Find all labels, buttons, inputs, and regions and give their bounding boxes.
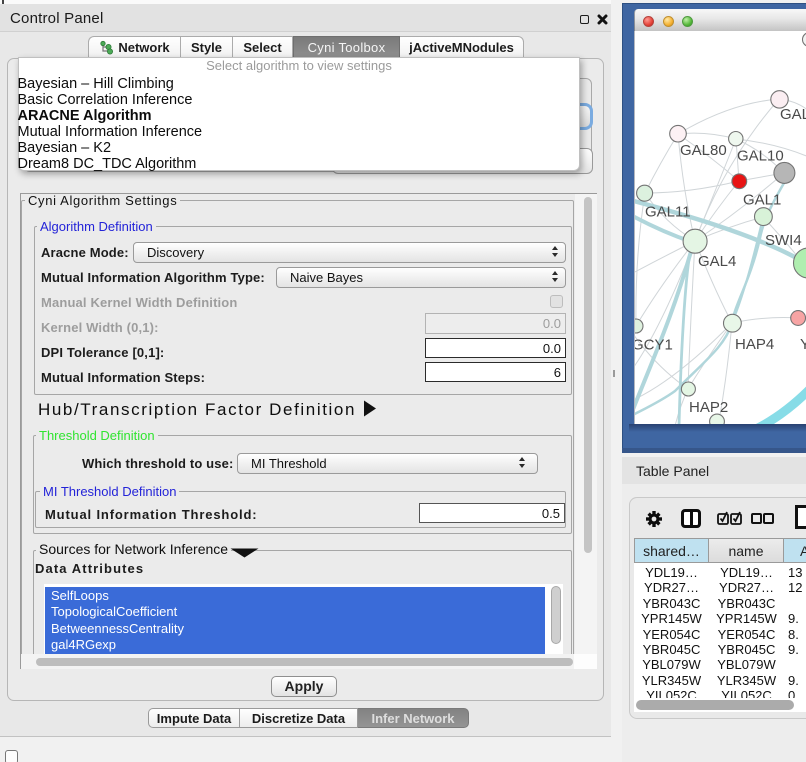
svg-text:Y: Y bbox=[800, 336, 806, 353]
svg-text:GAL7: GAL7 bbox=[780, 106, 806, 123]
svg-text:GAL10: GAL10 bbox=[737, 148, 784, 165]
svg-text:GAL11: GAL11 bbox=[645, 204, 691, 221]
svg-text:HAP2: HAP2 bbox=[689, 399, 728, 416]
svg-text:SWI4: SWI4 bbox=[765, 232, 802, 249]
svg-text:GAL80: GAL80 bbox=[680, 142, 727, 159]
svg-text:GCY1: GCY1 bbox=[635, 337, 673, 354]
svg-text:GAL1: GAL1 bbox=[743, 192, 781, 209]
svg-text:GAL4: GAL4 bbox=[698, 253, 736, 270]
svg-text:HAP4: HAP4 bbox=[735, 336, 774, 353]
